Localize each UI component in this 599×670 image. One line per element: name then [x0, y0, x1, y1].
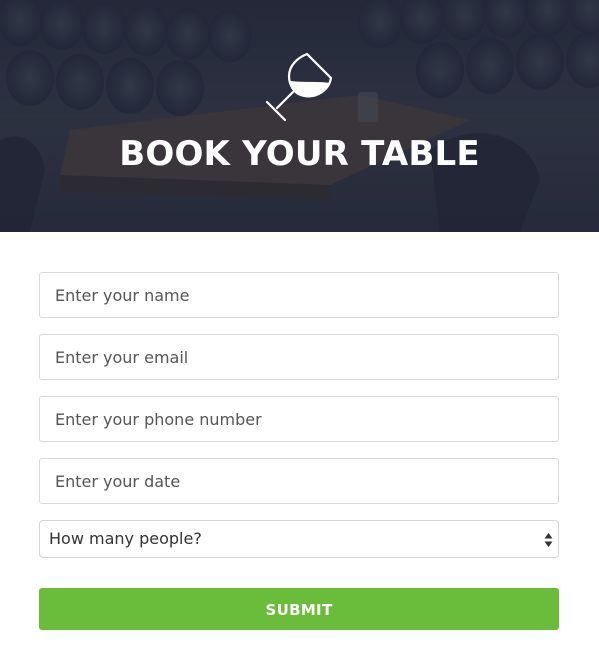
email-field-wrapper: [39, 334, 559, 380]
hero-banner: BOOK YOUR TABLE: [0, 0, 599, 232]
name-input[interactable]: [40, 273, 558, 317]
booking-form: How many people? SUBMIT: [39, 272, 559, 630]
email-input[interactable]: [40, 335, 558, 379]
phone-input[interactable]: [40, 397, 558, 441]
name-field-wrapper: [39, 272, 559, 318]
phone-field-wrapper: [39, 396, 559, 442]
select-arrows-icon: [544, 533, 553, 547]
page-title: BOOK YOUR TABLE: [119, 134, 480, 174]
people-select[interactable]: How many people?: [39, 520, 559, 558]
wine-glass-icon: [265, 52, 333, 122]
submit-button[interactable]: SUBMIT: [39, 588, 559, 630]
date-input[interactable]: [40, 459, 558, 503]
date-field-wrapper: [39, 458, 559, 504]
booking-page: BOOK YOUR TABLE How many people? SUBMIT: [0, 0, 599, 670]
people-select-value: How many people?: [49, 529, 202, 548]
